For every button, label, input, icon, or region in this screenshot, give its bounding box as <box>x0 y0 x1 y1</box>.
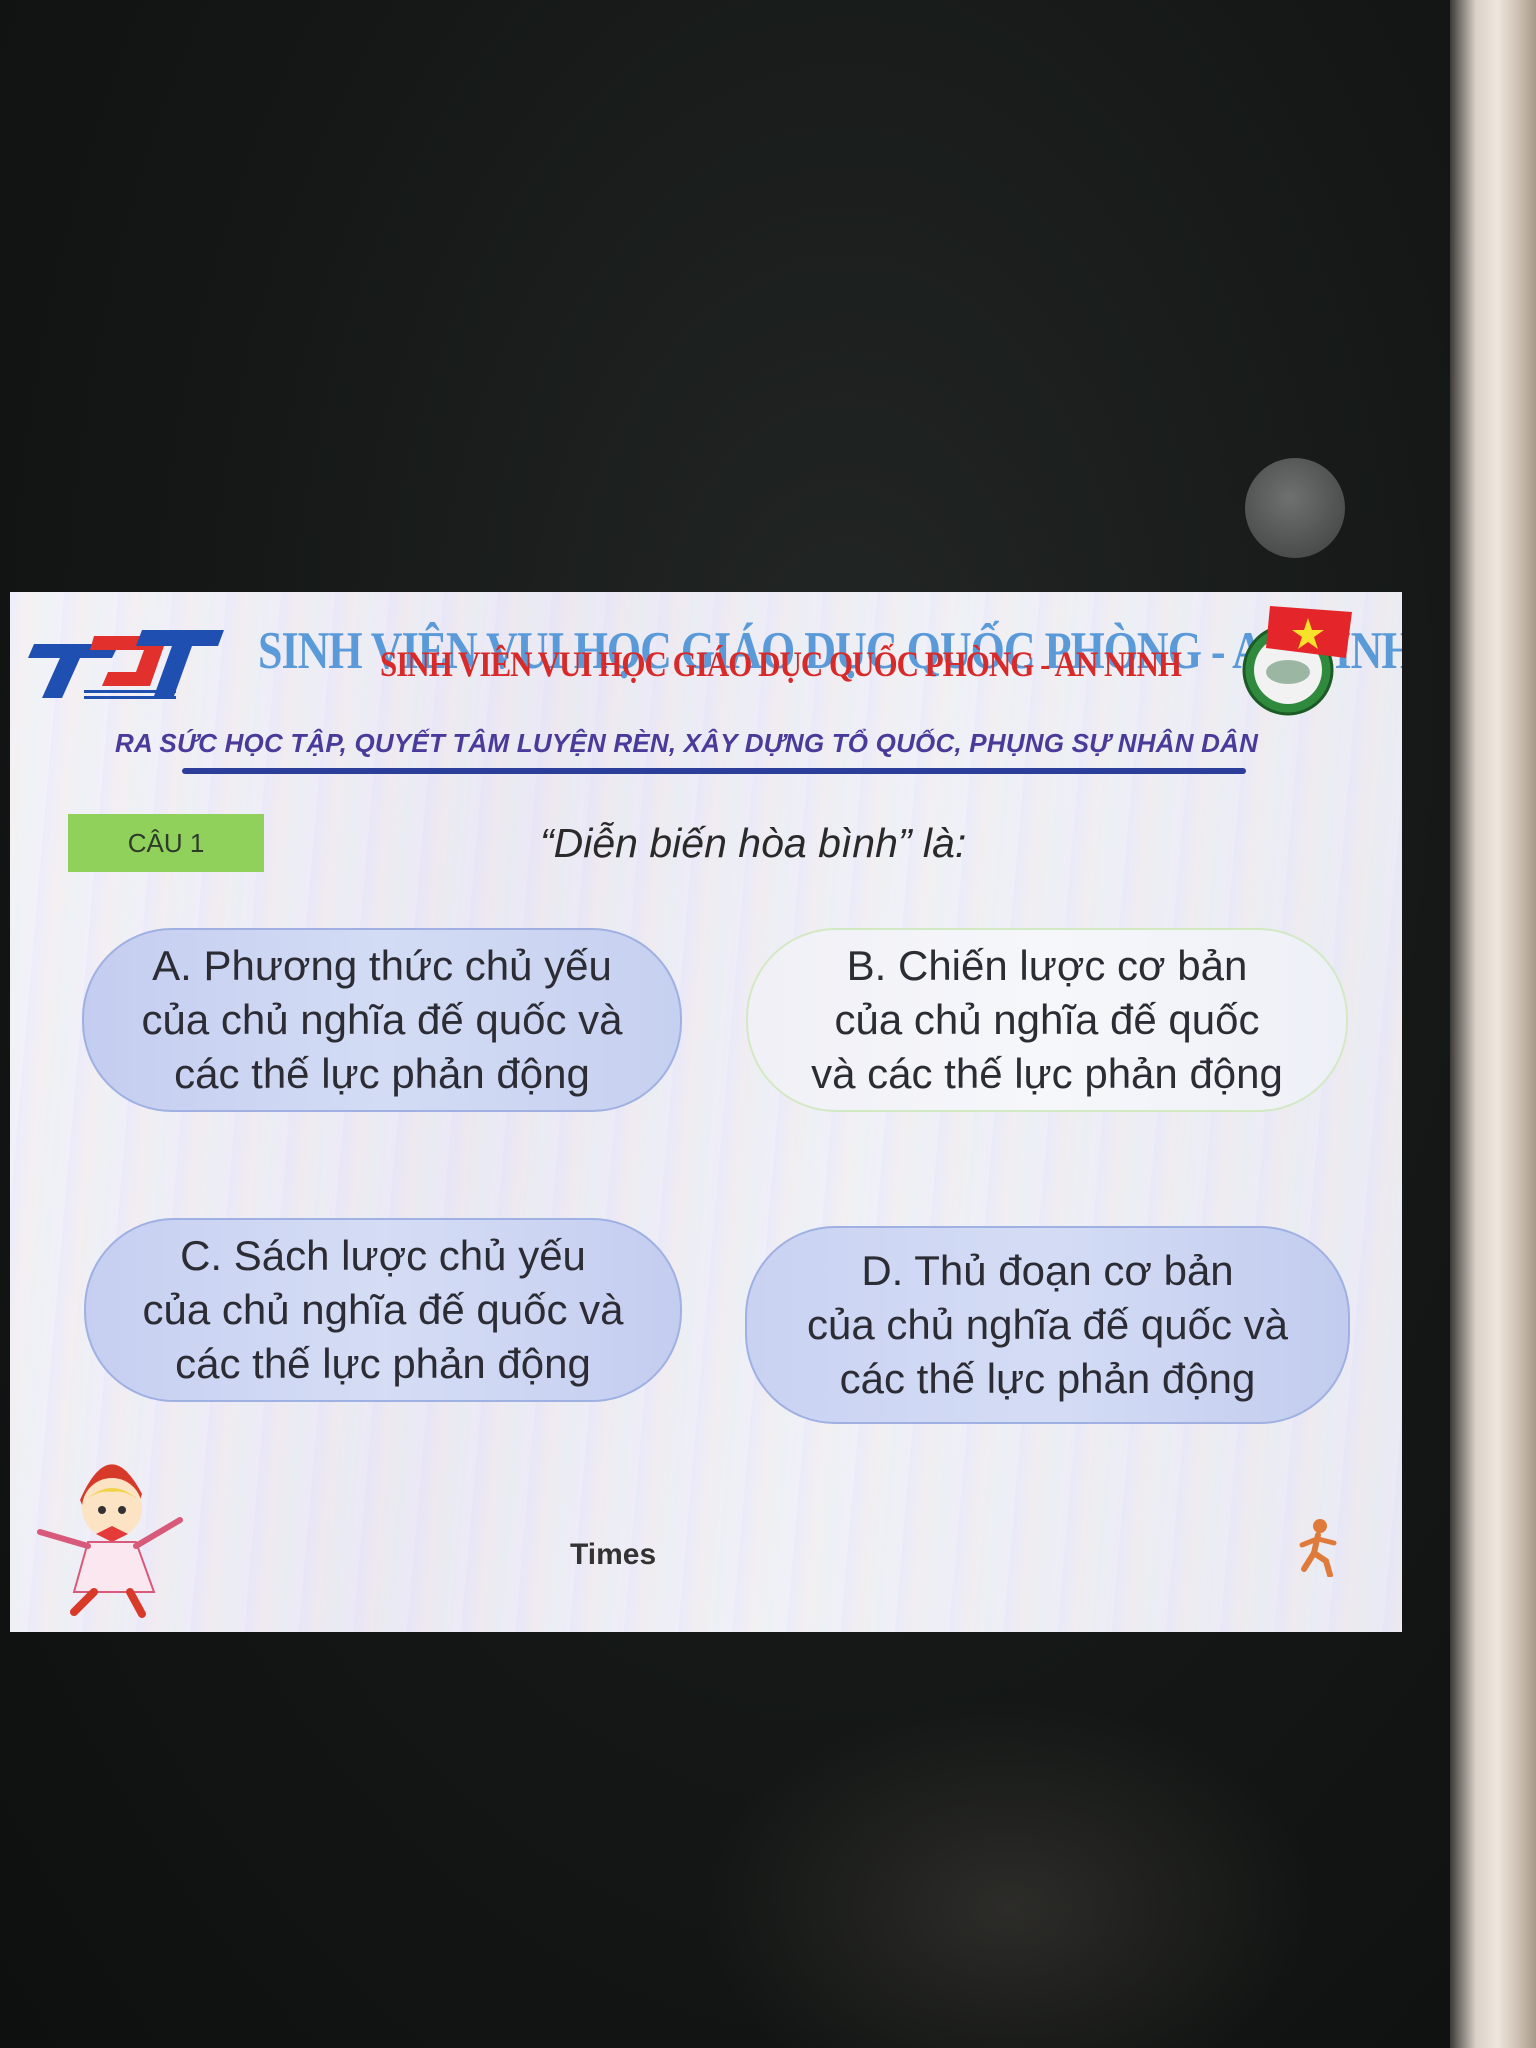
quiz-slide: SINH VIÊN VUI HỌC GIÁO DỤC QUỐC PHÒNG - … <box>10 592 1402 1632</box>
slogan: RA SỨC HỌC TẬP, QUYẾT TÂM LUYỆN RÈN, XÂY… <box>115 728 1259 758</box>
youth-union-emblem-icon <box>1242 606 1352 716</box>
answer-c-text: C. Sách lược chủ yếu của chủ nghĩa đế qu… <box>142 1232 624 1387</box>
assistive-touch-button[interactable] <box>1245 458 1345 558</box>
answer-b-text: B. Chiến lược cơ bản của chủ nghĩa đế qu… <box>811 942 1283 1097</box>
answer-d-text: D. Thủ đoạn cơ bản của chủ nghĩa đế quốc… <box>806 1247 1289 1402</box>
answer-a-text: A. Phương thức chủ yếu của chủ nghĩa đế … <box>141 942 623 1097</box>
screen-reflection <box>700 1700 1320 2048</box>
mascot-doll-icon <box>37 1464 183 1618</box>
answer-option-d[interactable]: D. Thủ đoạn cơ bản của chủ nghĩa đế quốc… <box>745 1226 1350 1424</box>
phone-edge <box>1450 0 1536 2048</box>
answer-option-c[interactable]: C. Sách lược chủ yếu của chủ nghĩa đế qu… <box>84 1218 682 1402</box>
runner-icon <box>1299 1519 1337 1577</box>
question-text: “Diễn biến hòa bình” là: <box>540 820 967 866</box>
question-number-badge: CÂU 1 <box>68 814 264 872</box>
answer-option-b[interactable]: B. Chiến lược cơ bản của chủ nghĩa đế qu… <box>746 928 1348 1112</box>
tdt-university-logo <box>28 630 224 699</box>
header-title: SINH VIÊN VUI HỌC GIÁO DỤC QUỐC PHÒNG - … <box>380 644 1182 685</box>
answer-option-a[interactable]: A. Phương thức chủ yếu của chủ nghĩa đế … <box>82 928 682 1112</box>
timer-label: Times <box>570 1538 657 1571</box>
header-divider <box>182 768 1246 774</box>
